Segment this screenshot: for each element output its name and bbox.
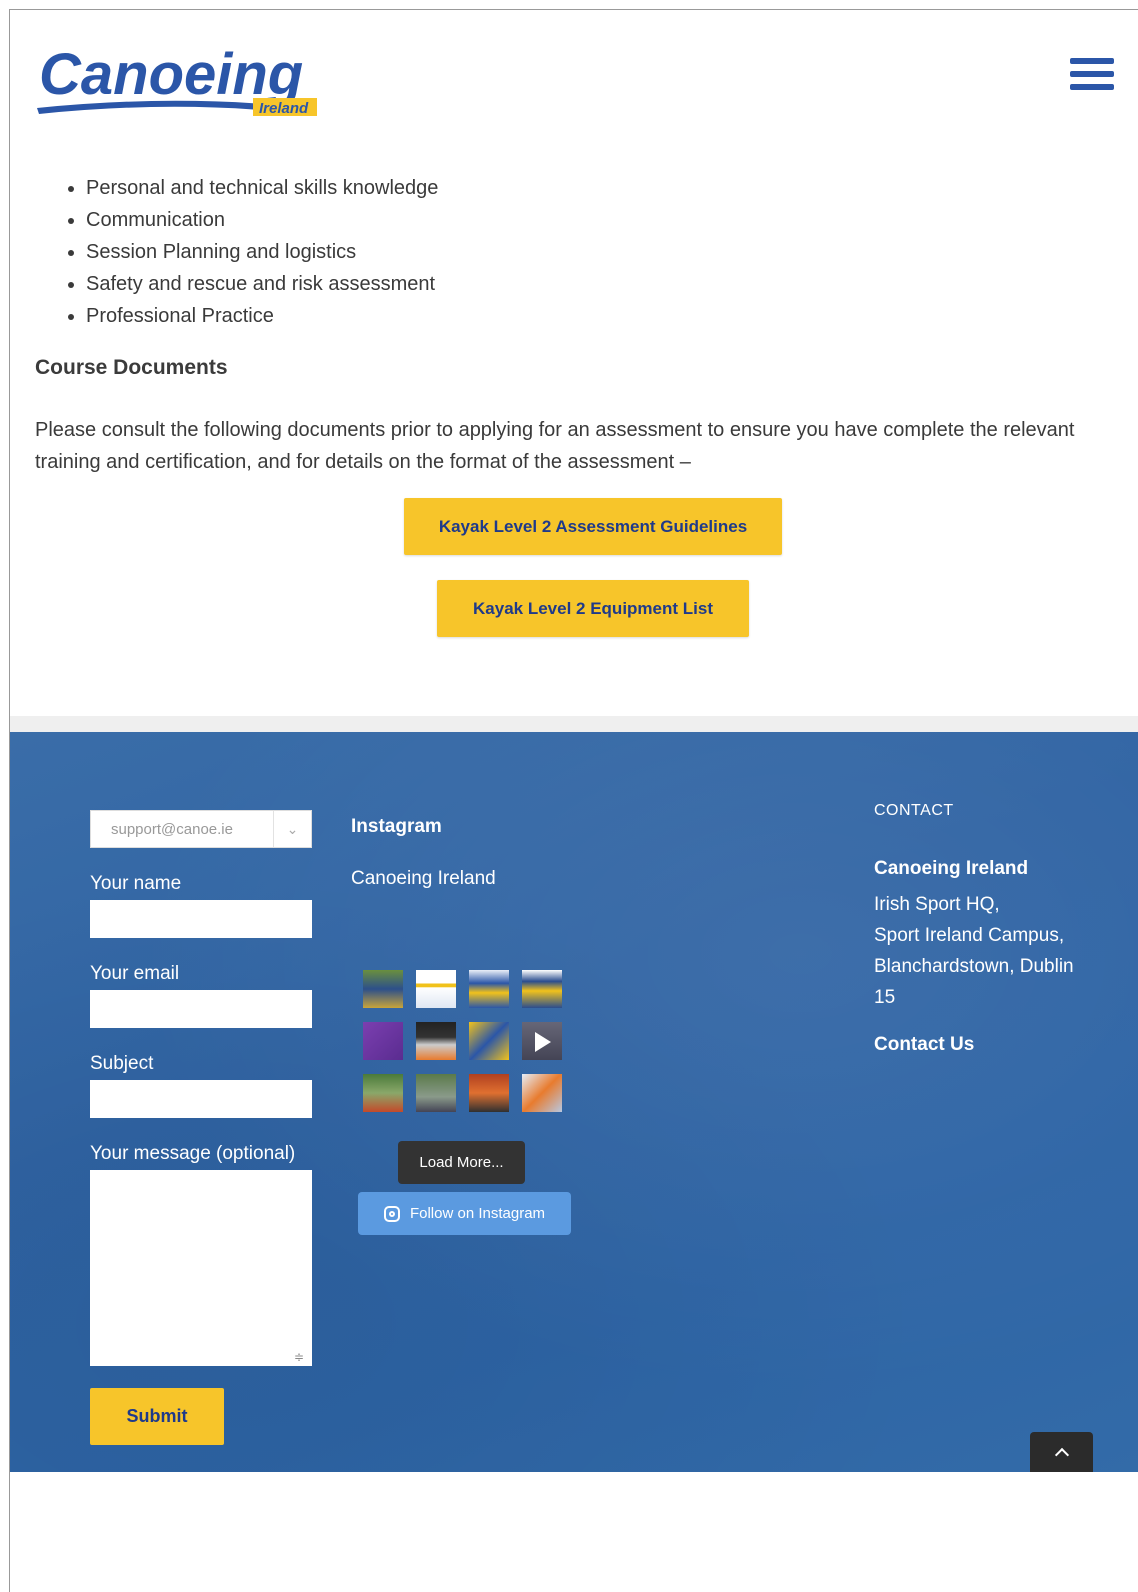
instagram-post-thumbnail[interactable] xyxy=(469,1022,509,1060)
recipient-select-value: support@canoe.ie xyxy=(111,820,233,838)
follow-label: Follow on Instagram xyxy=(409,1205,546,1222)
subject-label: Subject xyxy=(90,1053,154,1074)
instagram-post-thumbnail[interactable] xyxy=(416,1074,456,1112)
instagram-post-thumbnail[interactable] xyxy=(522,970,562,1008)
address-line: Irish Sport HQ, xyxy=(874,894,1000,915)
instagram-heading: Instagram xyxy=(351,816,442,837)
assessment-guidelines-button[interactable]: Kayak Level 2 Assessment Guidelines xyxy=(404,498,782,555)
list-item: Safety and rescue and risk assessment xyxy=(68,268,438,300)
email-label: Your email xyxy=(90,963,180,984)
skills-list: Personal and technical skills knowledge … xyxy=(68,172,438,332)
equipment-list-button[interactable]: Kayak Level 2 Equipment List xyxy=(437,580,749,637)
instagram-post-thumbnail[interactable] xyxy=(363,970,403,1008)
follow-on-instagram-button[interactable]: Follow on Instagram xyxy=(358,1192,571,1235)
instagram-icon xyxy=(383,1205,400,1222)
course-documents-heading: Course Documents xyxy=(35,356,228,379)
logo-text: Canoeing xyxy=(39,42,303,107)
recipient-select[interactable]: support@canoe.ie ⌄ xyxy=(90,810,312,848)
subject-field[interactable] xyxy=(90,1080,312,1118)
page-frame: Canoeing Ireland Personal and technical … xyxy=(9,9,1138,1592)
instagram-post-thumbnail[interactable] xyxy=(416,1022,456,1060)
hamburger-menu-icon[interactable] xyxy=(1070,58,1114,102)
address-line: Sport Ireland Campus, xyxy=(874,925,1065,946)
play-icon xyxy=(535,1032,551,1052)
submit-button[interactable]: Submit xyxy=(90,1388,224,1445)
instagram-post-thumbnail[interactable] xyxy=(469,1074,509,1112)
instagram-account-name[interactable]: Canoeing Ireland xyxy=(351,868,496,890)
contact-heading: CONTACT xyxy=(874,802,954,819)
instagram-post-thumbnail[interactable] xyxy=(469,970,509,1008)
instagram-video-thumbnail[interactable] xyxy=(522,1022,562,1060)
resize-handle-icon[interactable]: ≑ xyxy=(294,1350,308,1364)
email-field[interactable] xyxy=(90,990,312,1028)
name-field[interactable] xyxy=(90,900,312,938)
message-field[interactable] xyxy=(90,1170,312,1366)
contact-address: Irish Sport HQ, Sport Ireland Campus, Bl… xyxy=(874,889,1104,1013)
logo-subtext: Ireland xyxy=(259,100,309,117)
footer: support@canoe.ie ⌄ Your name Your email … xyxy=(10,732,1138,1472)
instagram-post-thumbnail[interactable] xyxy=(416,970,456,1008)
chevron-down-icon: ⌄ xyxy=(273,811,311,847)
list-item: Session Planning and logistics xyxy=(68,236,438,268)
instagram-post-thumbnail[interactable] xyxy=(363,1022,403,1060)
instagram-post-thumbnail[interactable] xyxy=(363,1074,403,1112)
contact-us-link[interactable]: Contact Us xyxy=(874,1034,974,1056)
list-item: Personal and technical skills knowledge xyxy=(68,172,438,204)
scroll-to-top-button[interactable] xyxy=(1030,1432,1093,1472)
name-label: Your name xyxy=(90,873,182,894)
instagram-feed-grid xyxy=(363,970,562,1112)
address-line: 15 xyxy=(874,987,896,1008)
address-line: Blanchardstown, Dublin xyxy=(874,956,1074,977)
load-more-button[interactable]: Load More... xyxy=(398,1141,525,1184)
intro-paragraph: Please consult the following documents p… xyxy=(35,419,1075,473)
footer-divider xyxy=(10,716,1138,732)
instagram-post-thumbnail[interactable] xyxy=(522,1074,562,1112)
chevron-up-icon xyxy=(1054,1447,1069,1462)
list-item: Communication xyxy=(68,204,438,236)
list-item: Professional Practice xyxy=(68,300,438,332)
contact-org-name: Canoeing Ireland xyxy=(874,858,1029,879)
message-label: Your message (optional) xyxy=(90,1143,296,1164)
canoeing-ireland-logo[interactable]: Canoeing Ireland xyxy=(35,38,375,118)
